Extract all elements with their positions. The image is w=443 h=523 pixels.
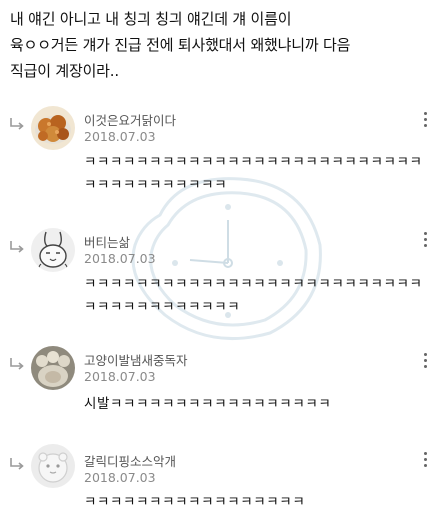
more-vertical-icon[interactable] (420, 112, 430, 130)
comment-nickname[interactable]: 고양이발냄새중독자 (84, 350, 188, 369)
comment-text: ㅋㅋㅋㅋㅋㅋㅋㅋㅋㅋㅋㅋㅋㅋㅋㅋㅋㅋㅋㅋㅋㅋㅋㅋㅋㅋㅋㅋㅋㅋㅋㅋㅋㅋㅋㅋㅋㅋ (84, 276, 423, 315)
post-body: 내 얘긴 아니고 내 칭긔 칭긔 얘긴데 걔 이름이 육ㅇㅇ거든 걔가 진급 전… (10, 6, 435, 84)
default-character-avatar (31, 444, 75, 488)
comment-text: ㅋㅋㅋㅋㅋㅋㅋㅋㅋㅋㅋㅋㅋㅋㅋㅋㅋ (84, 494, 306, 510)
comment-date: 2018.07.03 (84, 129, 156, 144)
reply-arrow-icon (10, 358, 24, 370)
avatar[interactable] (31, 444, 75, 488)
avatar[interactable] (31, 228, 75, 272)
more-vertical-icon[interactable] (420, 452, 430, 470)
avatar[interactable] (31, 106, 75, 150)
post-line: 육ㅇㅇ거든 걔가 진급 전에 퇴사했대서 왜했냐니까 다음 (10, 36, 351, 54)
fried-chicken-avatar (31, 106, 75, 150)
more-vertical-icon[interactable] (420, 353, 430, 371)
comment-date: 2018.07.03 (84, 251, 156, 266)
cat-paw-avatar (31, 346, 75, 390)
comment-text: ㅋㅋㅋㅋㅋㅋㅋㅋㅋㅋㅋㅋㅋㅋㅋㅋㅋㅋㅋㅋㅋㅋㅋㅋㅋㅋㅋㅋㅋㅋㅋㅋㅋㅋㅋㅋㅋ (84, 154, 423, 193)
reply-arrow-icon (10, 118, 24, 130)
avatar[interactable] (31, 346, 75, 390)
more-vertical-icon[interactable] (420, 232, 430, 250)
comment-nickname[interactable]: 갈릭디핑소스악개 (84, 451, 176, 470)
reply-arrow-icon (10, 458, 24, 470)
post-line: 내 얘긴 아니고 내 칭긔 칭긔 얘긴데 걔 이름이 (10, 10, 292, 28)
comment-nickname[interactable]: 버티는삶 (84, 232, 130, 251)
comment-nickname[interactable]: 이것은요거닭이다 (84, 110, 176, 129)
bunny-doodle-avatar (31, 228, 75, 272)
comment-date: 2018.07.03 (84, 470, 156, 485)
reply-arrow-icon (10, 241, 24, 253)
post-line: 직급이 계장이라.. (10, 62, 119, 80)
comment-date: 2018.07.03 (84, 369, 156, 384)
comment-text: 시발ㅋㅋㅋㅋㅋㅋㅋㅋㅋㅋㅋㅋㅋㅋㅋㅋㅋ (84, 396, 332, 412)
